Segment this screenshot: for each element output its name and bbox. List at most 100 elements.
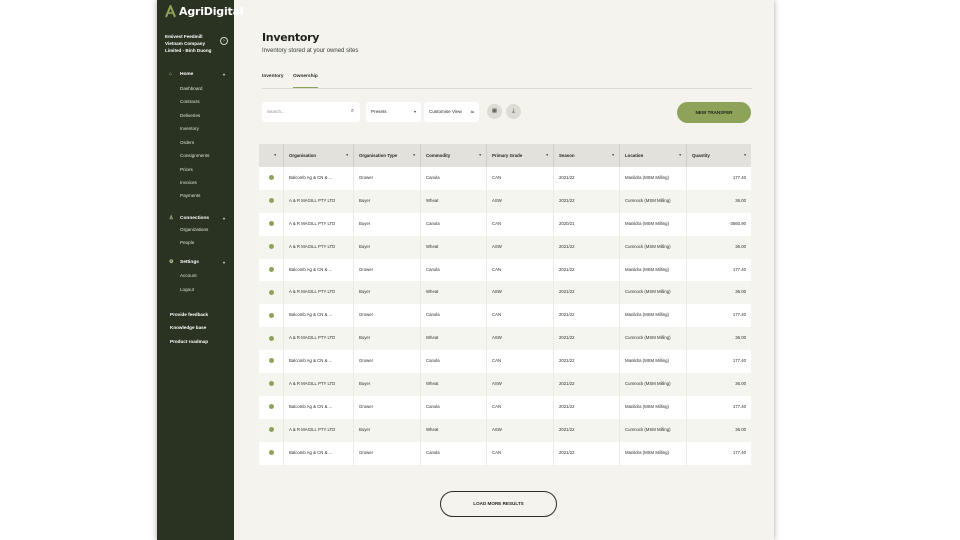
sidebar-item-account[interactable]: Account <box>180 273 197 278</box>
table-row[interactable]: A & R MAGILL PTY LTD Buyer Wheat ASW 2021/22… <box>259 327 751 351</box>
column-header-commodity[interactable]: Commodity ▾ <box>420 144 486 167</box>
sidebar-item-deliveries[interactable]: Deliveries <box>180 113 200 118</box>
knowledge-base-link[interactable]: Knowledge base <box>170 325 206 330</box>
new-transfer-button[interactable]: NEW TRANSFER <box>677 102 751 123</box>
table-row[interactable]: Balcomb Ag & CN & ... Grower Canola CAN 2021… <box>259 258 751 282</box>
sidebar-item-orders[interactable]: Orders <box>180 140 194 145</box>
agridigital-logo-icon <box>165 5 176 18</box>
table-row[interactable]: Balcomb Ag & CN & ... Grower Canola CAN 2021… <box>259 350 751 374</box>
cell-quantity: 36.00 <box>686 418 751 442</box>
search-icon: ⌕ <box>350 108 354 114</box>
cell-organisation-type: Grower <box>353 441 420 465</box>
cell-quantity: 36.00 <box>686 189 751 213</box>
customise-view-label: Customise View <box>429 109 462 114</box>
cell-season: 2021/22 <box>553 189 619 213</box>
cell-primary-grade: CAN <box>486 304 553 328</box>
cell-location: Cumnock (MSM Milling) <box>619 235 686 259</box>
cell-season: 2021/22 <box>553 395 619 419</box>
app-window: AgriDigital Emivest Feedmill Vietnam Com… <box>157 0 774 540</box>
load-more-button[interactable]: LOAD MORE RESULTS <box>440 491 557 517</box>
download-button[interactable]: ⤓ <box>506 104 521 119</box>
cell-location: Manildra (MSM Milling) <box>619 441 686 465</box>
cell-primary-grade: ASW <box>486 189 553 213</box>
cell-quantity: 36.00 <box>686 281 751 305</box>
column-header-label: Primary Grade <box>492 153 523 158</box>
table-row[interactable]: Balcomb Ag & CN & ... Grower Canola CAN 2021… <box>259 304 751 328</box>
column-header-status[interactable]: ▾ <box>259 144 283 167</box>
inventory-table: ▾ Organisation ▾ Organisation Type ▾ Commo… <box>259 144 751 465</box>
cell-location: Manildra (MSM Milling) <box>619 167 686 190</box>
cell-status <box>259 213 283 236</box>
sidebar-section-home[interactable]: ⌂ Home ▾ <box>169 71 225 77</box>
sidebar-item-inventory[interactable]: Inventory <box>180 126 199 131</box>
brand-logo[interactable]: AgriDigital <box>165 5 244 18</box>
table-row[interactable]: A & R MAGILL PTY LTD Buyer Wheat ASW 2021/22… <box>259 281 751 305</box>
provide-feedback-link[interactable]: Provide feedback <box>170 312 208 317</box>
sidebar-item-organizations[interactable]: Organizations <box>180 227 208 232</box>
sidebar-item-people[interactable]: People <box>180 240 194 245</box>
page-title: Inventory <box>262 31 320 44</box>
column-header-label: Season <box>559 153 575 158</box>
cell-quantity: 36.00 <box>686 235 751 259</box>
table-row[interactable]: A & R MAGILL PTY LTD Buyer Wheat ASW 2021/22… <box>259 418 751 442</box>
cell-season: 2021/22 <box>553 373 619 396</box>
column-header-organisation[interactable]: Organisation ▾ <box>283 144 353 167</box>
search-input[interactable]: Search... ⌕ <box>262 102 360 122</box>
column-header-season[interactable]: Season ▾ <box>553 144 619 167</box>
table-row[interactable]: A & R MAGILL PTY LTD Buyer Canola CAN 2020/2… <box>259 212 751 236</box>
sort-icon: ▾ <box>479 153 481 157</box>
calendar-button[interactable]: ▦ <box>487 104 502 119</box>
product-roadmap-link[interactable]: Product roadmap <box>170 339 208 344</box>
cell-location: Cumnock (MSM Milling) <box>619 327 686 351</box>
chevron-down-icon: ▾ <box>222 259 225 265</box>
table-row[interactable]: A & R MAGILL PTY LTD Buyer Wheat ASW 2021/22… <box>259 373 751 396</box>
sidebar-item-consignments[interactable]: Consignments <box>180 153 209 158</box>
sidebar-section-connections[interactable]: ♙ Connections ▾ <box>169 215 225 221</box>
cell-status <box>259 236 283 259</box>
cell-commodity: Canola <box>420 441 486 465</box>
tab-inventory[interactable]: Inventory <box>262 74 284 87</box>
cell-commodity: Canola <box>420 258 486 282</box>
sort-icon: ▾ <box>612 153 614 157</box>
sidebar-item-contracts[interactable]: Contracts <box>180 99 200 104</box>
sidebar-item-prices[interactable]: Prices <box>180 167 193 172</box>
sidebar-section-label: Home <box>180 71 194 77</box>
switch-organisation-icon[interactable]: › <box>220 37 228 45</box>
cell-organisation: A & R MAGILL PTY LTD <box>283 373 353 396</box>
table-row[interactable]: Balcomb Ag & CN & ... Grower Canola CAN 2021… <box>259 395 751 419</box>
sidebar-item-dashboard[interactable]: Dashboard <box>180 86 202 91</box>
cell-location: Manildra (MSM Milling) <box>619 304 686 328</box>
sidebar-section-label: Settings <box>180 259 199 265</box>
tab-ownership[interactable]: Ownership <box>293 74 318 88</box>
column-header-organisation-type[interactable]: Organisation Type ▾ <box>353 144 420 167</box>
cell-organisation: A & R MAGILL PTY LTD <box>283 212 353 236</box>
cell-season: 2021/22 <box>553 441 619 465</box>
table-row[interactable]: A & R MAGILL PTY LTD Buyer Wheat ASW 2021/22… <box>259 189 751 213</box>
table-row[interactable]: Balcomb Ag & CN & ... Grower Canola CAN 2021… <box>259 167 751 190</box>
table-row[interactable]: Balcomb Ag & CN & ... Grower Canola CAN 2021… <box>259 441 751 465</box>
cell-location: Cumnock (MSM Milling) <box>619 373 686 396</box>
cell-organisation: Balcomb Ag & CN & ... <box>283 441 353 465</box>
table-row[interactable]: A & R MAGILL PTY LTD Buyer Wheat ASW 2021/22… <box>259 235 751 259</box>
cell-primary-grade: CAN <box>486 395 553 419</box>
cell-organisation: Balcomb Ag & CN & ... <box>283 167 353 190</box>
column-header-primary-grade[interactable]: Primary Grade ▾ <box>486 144 553 167</box>
sidebar-section-settings[interactable]: ⚙ Settings ▾ <box>169 259 225 265</box>
chevron-down-icon: ▾ <box>222 71 225 77</box>
sidebar-item-payments[interactable]: Payments <box>180 193 200 198</box>
column-header-location[interactable]: Location ▾ <box>619 144 686 167</box>
cell-status <box>259 442 283 465</box>
cell-organisation-type: Grower <box>353 395 420 419</box>
column-header-label: Commodity <box>426 153 451 158</box>
column-header-quantity[interactable]: Quantity ▾ <box>686 144 751 167</box>
gear-icon: ⚙ <box>169 259 174 265</box>
sidebar-item-logout[interactable]: Logout <box>180 287 194 292</box>
column-header-label: Location <box>625 153 644 158</box>
cell-quantity: 177.40 <box>686 258 751 282</box>
cell-season: 2021/22 <box>553 418 619 442</box>
cell-status <box>259 281 283 304</box>
customise-view-button[interactable]: Customise View ⇋ <box>424 102 479 122</box>
presets-dropdown[interactable]: Presets ▾ <box>366 102 421 122</box>
sidebar-item-invoices[interactable]: Invoices <box>180 180 197 185</box>
cell-primary-grade: CAN <box>486 167 553 190</box>
